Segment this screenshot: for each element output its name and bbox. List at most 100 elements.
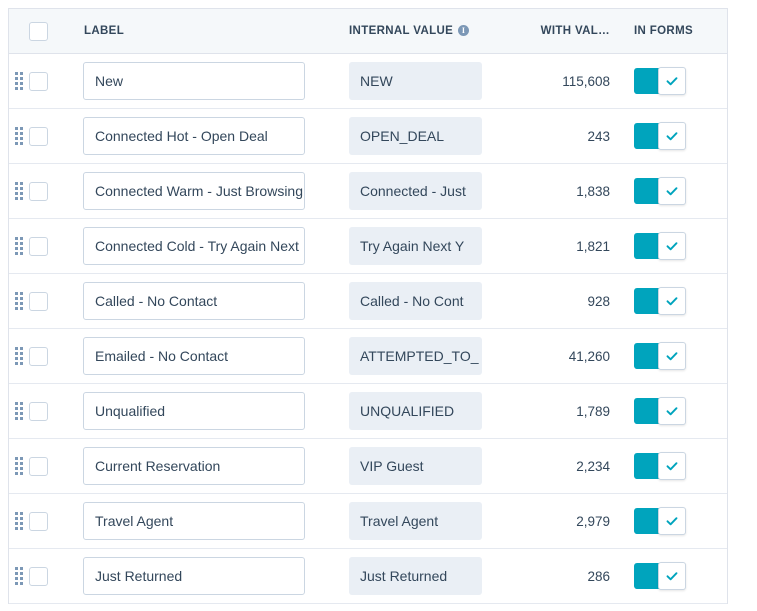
drag-handle-icon[interactable] — [9, 288, 29, 314]
drag-dots — [15, 402, 23, 420]
row-internal-value-cell: Just Returned — [337, 557, 512, 595]
internal-value-input[interactable]: UNQUALIFIED — [349, 392, 482, 430]
toggle-knob — [658, 177, 686, 205]
row-in-forms-cell — [620, 342, 734, 370]
row-checkbox[interactable] — [29, 346, 48, 366]
row-in-forms-cell — [620, 67, 734, 95]
row-checkbox[interactable] — [29, 181, 48, 201]
drag-handle-icon[interactable] — [9, 508, 29, 534]
header-select-all-cell — [29, 21, 67, 41]
toggle-knob — [658, 287, 686, 315]
drag-handle-icon[interactable] — [9, 68, 29, 94]
internal-value-input[interactable]: Called - No Cont — [349, 282, 482, 320]
row-in-forms-cell — [620, 122, 734, 150]
label-input[interactable]: Current Reservation — [83, 447, 305, 485]
toggle-knob — [658, 342, 686, 370]
in-forms-toggle[interactable] — [634, 342, 686, 370]
row-checkbox[interactable] — [29, 126, 48, 146]
row-checkbox[interactable] — [29, 71, 48, 91]
internal-value-input[interactable]: Connected - Just — [349, 172, 482, 210]
row-internal-value-cell: VIP Guest — [337, 447, 512, 485]
drag-dots — [15, 292, 23, 310]
table-row: Connected Hot - Open Deal OPEN_DEAL 243 — [9, 109, 727, 164]
row-in-forms-cell — [620, 397, 734, 425]
with-value-count: 41,260 — [568, 348, 610, 364]
row-drag-cell — [9, 178, 29, 204]
select-all-checkbox[interactable] — [29, 21, 48, 41]
row-select-cell — [29, 126, 67, 146]
in-forms-toggle[interactable] — [634, 67, 686, 95]
in-forms-toggle[interactable] — [634, 122, 686, 150]
in-forms-toggle[interactable] — [634, 287, 686, 315]
in-forms-toggle[interactable] — [634, 232, 686, 260]
label-input[interactable]: Just Returned — [83, 557, 305, 595]
row-drag-cell — [9, 508, 29, 534]
header-label[interactable]: LABEL — [67, 25, 337, 37]
in-forms-toggle[interactable] — [634, 452, 686, 480]
row-drag-cell — [9, 563, 29, 589]
row-select-cell — [29, 401, 67, 421]
internal-value-input[interactable]: NEW — [349, 62, 482, 100]
internal-value-input[interactable]: Travel Agent — [349, 502, 482, 540]
table-row: Emailed - No Contact ATTEMPTED_TO_ 41,260 — [9, 329, 727, 384]
drag-handle-icon[interactable] — [9, 453, 29, 479]
drag-handle-icon[interactable] — [9, 123, 29, 149]
row-checkbox[interactable] — [29, 566, 48, 586]
label-input[interactable]: Emailed - No Contact — [83, 337, 305, 375]
row-in-forms-cell — [620, 562, 734, 590]
row-label-cell: Called - No Contact — [67, 282, 337, 320]
row-label-cell: Unqualified — [67, 392, 337, 430]
with-value-count: 1,838 — [576, 183, 610, 199]
in-forms-toggle[interactable] — [634, 562, 686, 590]
table-row: Current Reservation VIP Guest 2,234 — [9, 439, 727, 494]
row-in-forms-cell — [620, 177, 734, 205]
row-checkbox[interactable] — [29, 236, 48, 256]
internal-value-input[interactable]: ATTEMPTED_TO_ — [349, 337, 482, 375]
header-in-forms[interactable]: IN FORMS — [620, 25, 720, 37]
row-drag-cell — [9, 288, 29, 314]
header-internal-value-text: INTERNAL VALUE — [349, 25, 454, 37]
in-forms-toggle[interactable] — [634, 397, 686, 425]
row-drag-cell — [9, 453, 29, 479]
row-in-forms-cell — [620, 452, 734, 480]
row-checkbox[interactable] — [29, 401, 48, 421]
drag-dots — [15, 127, 23, 145]
in-forms-toggle[interactable] — [634, 177, 686, 205]
info-icon[interactable]: i — [458, 25, 470, 36]
with-value-count: 243 — [587, 128, 610, 144]
internal-value-input[interactable]: Just Returned — [349, 557, 482, 595]
row-label-cell: Connected Warm - Just Browsing — [67, 172, 337, 210]
drag-handle-icon[interactable] — [9, 178, 29, 204]
drag-dots — [15, 512, 23, 530]
label-input[interactable]: Called - No Contact — [83, 282, 305, 320]
row-select-cell — [29, 346, 67, 366]
row-internal-value-cell: UNQUALIFIED — [337, 392, 512, 430]
row-checkbox[interactable] — [29, 291, 48, 311]
drag-handle-icon[interactable] — [9, 398, 29, 424]
with-value-count: 1,821 — [576, 238, 610, 254]
toggle-knob — [658, 122, 686, 150]
drag-dots — [15, 237, 23, 255]
internal-value-input[interactable]: OPEN_DEAL — [349, 117, 482, 155]
label-input[interactable]: Connected Warm - Just Browsing — [83, 172, 305, 210]
drag-handle-icon[interactable] — [9, 343, 29, 369]
label-input[interactable]: Travel Agent — [83, 502, 305, 540]
row-checkbox[interactable] — [29, 511, 48, 531]
row-checkbox[interactable] — [29, 456, 48, 476]
with-value-count: 115,608 — [562, 73, 610, 89]
internal-value-input[interactable]: VIP Guest — [349, 447, 482, 485]
row-drag-cell — [9, 233, 29, 259]
label-input[interactable]: Connected Cold - Try Again Next — [83, 227, 305, 265]
row-drag-cell — [9, 68, 29, 94]
internal-value-input[interactable]: Try Again Next Y — [349, 227, 482, 265]
drag-handle-icon[interactable] — [9, 563, 29, 589]
in-forms-toggle[interactable] — [634, 507, 686, 535]
label-input[interactable]: New — [83, 62, 305, 100]
label-input[interactable]: Connected Hot - Open Deal — [83, 117, 305, 155]
header-with-value[interactable]: WITH VAL… — [512, 25, 620, 37]
drag-handle-icon[interactable] — [9, 233, 29, 259]
row-drag-cell — [9, 343, 29, 369]
label-input[interactable]: Unqualified — [83, 392, 305, 430]
header-internal-value[interactable]: INTERNAL VALUE i — [337, 25, 512, 37]
row-internal-value-cell: Connected - Just — [337, 172, 512, 210]
